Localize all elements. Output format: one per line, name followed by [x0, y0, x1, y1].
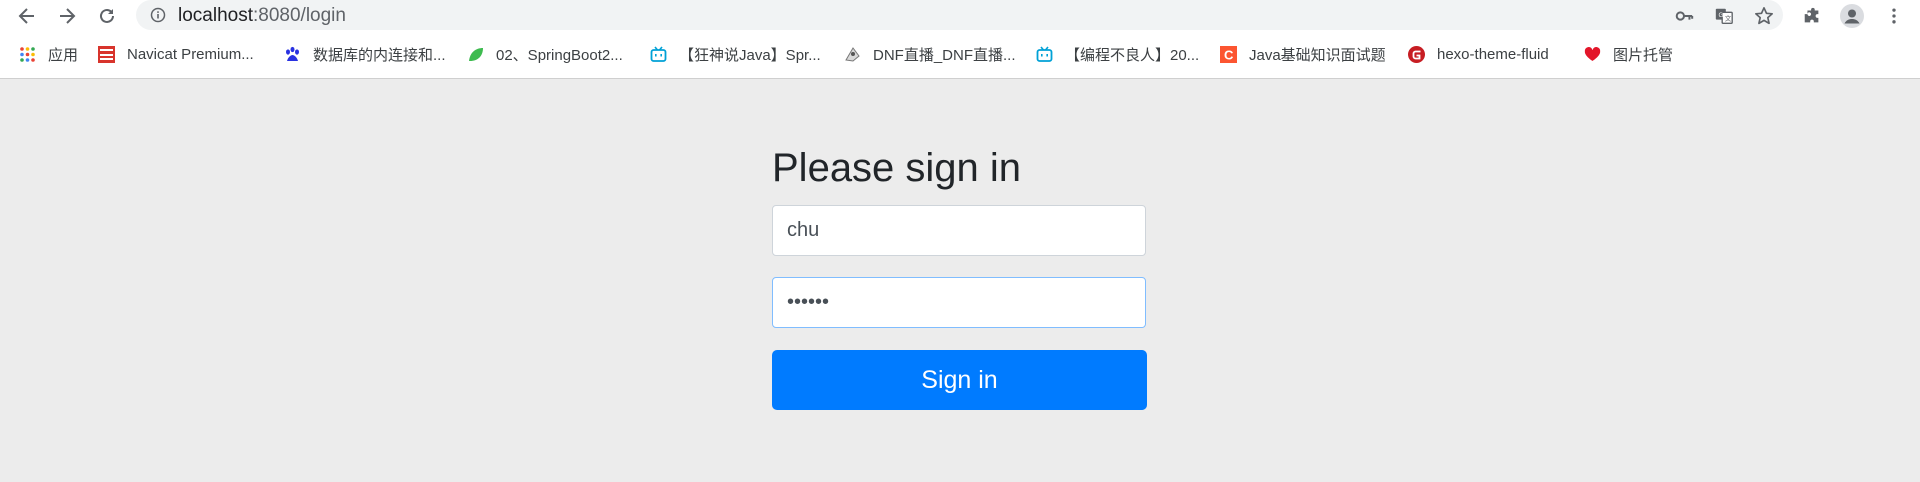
bookmark-springboot[interactable]: 02、SpringBoot2... [467, 44, 623, 64]
password-input[interactable]: •••••• [772, 277, 1146, 328]
bookmark-label: 应用 [48, 46, 79, 64]
bookmarks-bar: 应用 Navicat Premium... 数据库的内连接和... 02、Spr… [0, 31, 1920, 79]
address-bar[interactable]: localhost:8080/login G文 [136, 0, 1783, 30]
page-title: Please sign in [772, 146, 1022, 190]
svg-text:C: C [1224, 47, 1234, 62]
url-host: localhost [178, 5, 253, 26]
forward-button[interactable] [53, 2, 81, 30]
bookmark-star-icon[interactable] [1753, 5, 1775, 27]
translate-icon[interactable]: G文 [1713, 5, 1735, 27]
svg-text:G: G [1719, 12, 1724, 19]
info-icon[interactable] [150, 7, 166, 23]
heart-icon [1584, 46, 1601, 63]
url-path: :8080/login [253, 5, 346, 26]
bookmark-label: Navicat Premium... [127, 45, 254, 63]
browser-toolbar: localhost:8080/login G文 [0, 0, 1920, 31]
profile-avatar-icon[interactable] [1840, 4, 1864, 28]
menu-kebab-icon[interactable] [1882, 4, 1906, 28]
gitee-icon [1408, 45, 1425, 63]
bookmark-label: DNF直播_DNF直播... [873, 46, 1016, 64]
bookmark-apps[interactable]: 应用 [19, 44, 78, 64]
back-button[interactable] [13, 2, 41, 30]
url-text[interactable]: localhost:8080/login [178, 5, 346, 27]
csdn-icon: C [1220, 45, 1237, 63]
forward-arrow-icon [60, 8, 76, 24]
dnf-icon [844, 46, 861, 63]
bookmark-image-hosting[interactable]: 图片托管 [1584, 44, 1673, 64]
bookmark-kuangshen[interactable]: 【狂神说Java】Spr... [650, 44, 821, 64]
bookmark-hexo[interactable]: hexo-theme-fluid [1408, 44, 1549, 64]
bookmark-dnf[interactable]: DNF直播_DNF直播... [844, 44, 1016, 64]
bilibili-icon [1036, 45, 1053, 63]
bookmark-label: 图片托管 [1613, 46, 1674, 64]
bookmark-db-join[interactable]: 数据库的内连接和... [284, 44, 446, 64]
key-icon[interactable] [1673, 5, 1695, 27]
bookmark-label: hexo-theme-fluid [1437, 45, 1549, 63]
apps-grid-icon [19, 46, 36, 63]
bookmark-label: Java基础知识面试题 [1249, 46, 1386, 64]
bookmark-navicat[interactable]: Navicat Premium... [98, 44, 254, 64]
bookmark-java-interview[interactable]: C Java基础知识面试题 [1220, 44, 1386, 64]
extensions-icon[interactable] [1800, 4, 1824, 28]
bilibili-icon [650, 45, 667, 63]
bookmark-bianchen[interactable]: 【编程不良人】20... [1036, 44, 1199, 64]
reload-button[interactable] [93, 2, 121, 30]
back-arrow-icon [18, 8, 34, 24]
bookmark-label: 【狂神说Java】Spr... [679, 46, 821, 64]
leaf-icon [467, 46, 484, 63]
username-input[interactable]: chu [772, 205, 1146, 256]
sign-in-button[interactable]: Sign in [772, 350, 1147, 410]
bookmark-label: 数据库的内连接和... [313, 46, 446, 64]
bookmark-label: 【编程不良人】20... [1065, 46, 1200, 64]
bookmark-label: 02、SpringBoot2... [496, 46, 623, 64]
baidu-paw-icon [284, 46, 301, 63]
reload-icon [100, 8, 114, 23]
svg-text:文: 文 [1725, 14, 1732, 23]
navicat-icon [98, 45, 115, 63]
